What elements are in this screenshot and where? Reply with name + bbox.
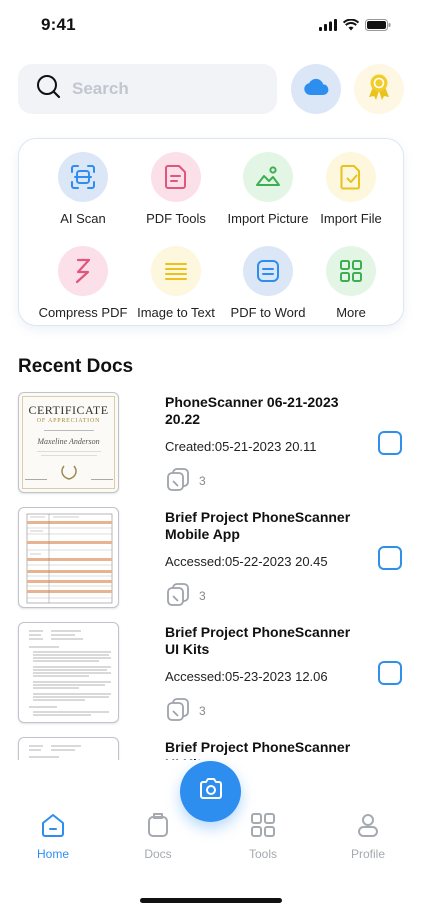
wifi-icon [342,18,360,36]
doc-title: PhoneScanner 06-21-2023 20.22 [165,394,339,427]
status-icons [319,18,391,36]
page-count: 3 [199,588,206,603]
select-checkbox[interactable] [378,431,402,455]
camera-icon [198,777,224,806]
signal-icon [319,18,337,36]
battery-icon [365,18,391,36]
scan-camera-button[interactable] [180,761,241,822]
nav-label: Profile [350,847,385,861]
recent-docs-list: CERTIFICATE OF APPRECIATION Maxeline And… [0,390,421,760]
tool-image-to-text[interactable]: Image to Text [128,246,224,320]
file-icon [326,152,376,202]
tool-pdf-to-word[interactable]: PDF to Word [220,246,316,320]
tools-card: AI Scan PDF Tools Import Picture Import … [18,138,404,326]
nav-label: Docs [144,847,172,861]
grid-icon [326,246,376,296]
tool-compress-pdf[interactable]: Compress PDF [35,246,131,320]
tool-pdf-tools[interactable]: PDF Tools [128,152,224,226]
select-checkbox[interactable] [378,661,402,685]
tool-label: PDF Tools [146,211,206,226]
doc-pages: 3 [165,581,206,610]
nav-home[interactable]: Home [18,812,88,861]
text-lines-icon [151,246,201,296]
document-thumbnail: CERTIFICATE OF APPRECIATION Maxeline And… [18,392,119,493]
tool-label: Image to Text [137,305,215,320]
tool-import-file[interactable]: Import File [303,152,399,226]
page-count: 3 [199,703,206,718]
home-indicator [140,898,282,903]
status-bar: 9:41 [0,0,421,50]
doc-title: Brief Project PhoneScanner Mobile App [165,509,351,542]
recent-docs-title: Recent Docs [18,356,134,377]
tool-more[interactable]: More [303,246,399,320]
tool-import-picture[interactable]: Import Picture [220,152,316,226]
pages-icon [165,466,191,495]
list-item[interactable]: Brief Project PhoneScanner UI Kits Acces… [0,620,421,725]
tool-ai-scan[interactable]: AI Scan [35,152,131,226]
pdf-tools-icon [151,152,201,202]
doc-pages: 3 [165,466,206,495]
nav-docs[interactable]: Docs [123,812,193,861]
nav-tools[interactable]: Tools [228,812,298,861]
image-icon [243,152,293,202]
list-item[interactable]: CERTIFICATE OF APPRECIATION Maxeline And… [0,390,421,495]
document-thumbnail [18,737,119,760]
profile-icon [355,814,381,842]
doc-meta: Accessed:05-22-2023 20.45 [165,554,328,569]
pages-icon [165,696,191,725]
search-icon [36,74,62,105]
list-item[interactable]: Brief Project PhoneScanner Mobile App Ac… [0,505,421,610]
tool-label: More [336,305,366,320]
page-count: 3 [199,473,206,488]
doc-meta: Created:05-21-2023 20.11 [165,439,317,454]
compress-icon [58,246,108,296]
certificate-heading: CERTIFICATE [28,403,109,417]
nav-profile[interactable]: Profile [333,812,403,861]
tool-label: Compress PDF [38,305,128,320]
home-icon [40,814,66,842]
ai-scan-icon [58,152,108,202]
doc-meta: Accessed:05-23-2023 12.06 [165,669,328,684]
docs-icon [145,813,171,842]
certificate-subheading: OF APPRECIATION [36,418,101,424]
document-thumbnail [18,622,119,723]
tool-label: PDF to Word [230,305,306,320]
word-icon [243,246,293,296]
tool-label: Import Picture [227,211,309,226]
doc-pages: 3 [165,696,206,725]
select-checkbox[interactable] [378,546,402,570]
list-item[interactable]: Brief Project PhoneScanner UI Kits [0,735,421,760]
certificate-name: Maxeline Anderson [37,437,100,446]
nav-label: Tools [248,847,277,861]
doc-title: Brief Project PhoneScanner UI Kits [165,739,351,760]
tool-label: AI Scan [60,211,106,226]
award-icon [366,73,392,106]
tools-icon [250,813,276,842]
search-bar[interactable] [18,64,277,114]
nav-label: Home [36,847,69,861]
search-input[interactable] [72,79,252,99]
doc-title: Brief Project PhoneScanner UI Kits [165,624,351,657]
status-time: 9:41 [41,15,76,34]
cloud-button[interactable] [291,64,341,114]
award-button[interactable] [354,64,404,114]
document-thumbnail [18,507,119,608]
pages-icon [165,581,191,610]
cloud-icon [303,78,329,101]
tool-label: Import File [320,211,382,226]
